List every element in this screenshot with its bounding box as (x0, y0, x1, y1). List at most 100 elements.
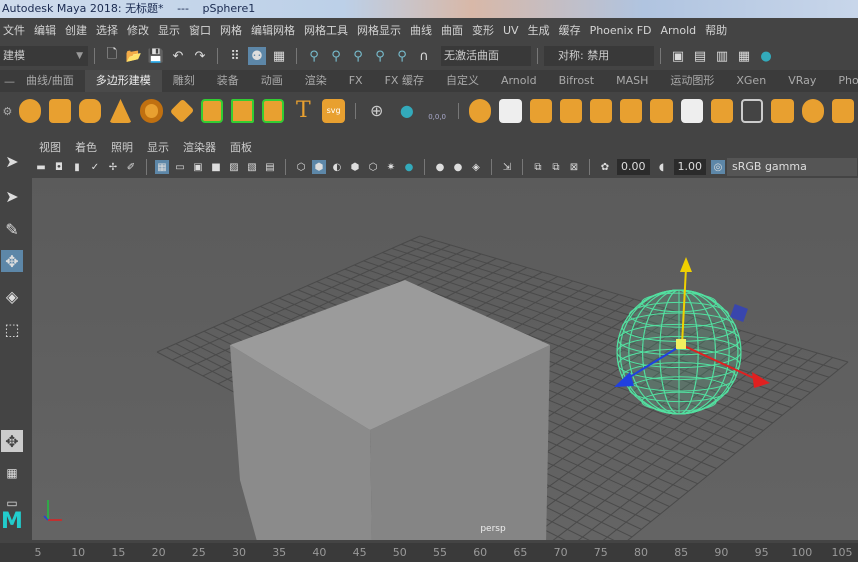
scene-canvas[interactable]: persp (32, 178, 858, 540)
bridge-edge-icon[interactable] (680, 99, 703, 123)
grid-toggle-icon[interactable]: ▦ (155, 160, 169, 174)
xray-joints-icon[interactable]: ⧉ (531, 160, 545, 174)
menu-item[interactable]: 编辑网格 (251, 22, 295, 38)
wireframe-icon[interactable]: ⬡ (294, 160, 308, 174)
uv-editor-icon[interactable] (831, 99, 855, 123)
anti-aliasing-icon[interactable]: ◈ (469, 160, 483, 174)
lasso-tool-icon[interactable]: ➤ (1, 185, 23, 207)
super-shape-icon[interactable] (261, 99, 285, 123)
exposure-field[interactable]: 0.00 (617, 159, 650, 175)
ambient-occlusion-icon[interactable]: ● (433, 160, 447, 174)
panel-menu-item[interactable]: 着色 (75, 139, 97, 155)
use-all-lights-icon[interactable]: ✷ (384, 160, 398, 174)
delete-history-icon[interactable]: ● (396, 99, 418, 123)
mode-dropdown[interactable]: 建模 ▼ (0, 46, 88, 66)
magnet-icon[interactable]: ∩ (415, 47, 433, 65)
select-component-icon[interactable]: ▦ (270, 47, 288, 65)
redo-icon[interactable]: ↷ (191, 47, 209, 65)
bookmark-icon[interactable]: ▮ (70, 160, 84, 174)
shelf-tab[interactable]: 多边形建模 (84, 70, 162, 92)
render-sequence-icon[interactable]: ▤ (691, 47, 709, 65)
smooth-icon[interactable] (529, 99, 552, 123)
menu-item[interactable]: 创建 (65, 22, 87, 38)
render-settings-icon[interactable]: ▦ (735, 47, 753, 65)
target-weld-icon[interactable] (771, 99, 794, 123)
shelf-tab[interactable]: 动画 (250, 70, 294, 92)
image-plane-icon[interactable]: ✓ (88, 160, 102, 174)
multi-cut-icon[interactable] (740, 99, 764, 123)
save-scene-icon[interactable]: 💾 (147, 47, 165, 65)
menu-item[interactable]: 变形 (472, 22, 494, 38)
shadows-icon[interactable]: ● (402, 160, 416, 174)
poly-cylinder-icon[interactable] (79, 99, 102, 123)
snap-grid-icon[interactable]: ⚲ (305, 47, 323, 65)
bevel-icon[interactable] (650, 99, 673, 123)
snap-view-icon[interactable]: ⚲ (371, 47, 389, 65)
fill-hole-icon[interactable] (710, 99, 733, 123)
live-surface-field[interactable]: 无激活曲面 (441, 46, 531, 66)
shelf-tab[interactable]: 曲线/曲面 (15, 70, 85, 92)
shelf-tab[interactable]: 渲染 (294, 70, 338, 92)
undo-icon[interactable]: ↶ (169, 47, 187, 65)
menu-item[interactable]: 文件 (3, 22, 25, 38)
menu-item[interactable]: 选择 (96, 22, 118, 38)
snap-point-icon[interactable]: ⚲ (349, 47, 367, 65)
poly-torus-icon[interactable] (139, 99, 163, 123)
boolean-icon[interactable] (559, 99, 582, 123)
menu-item[interactable]: 窗口 (189, 22, 211, 38)
four-view-layout-icon[interactable]: ▦ (1, 462, 23, 484)
shelf-tab[interactable]: FX (338, 70, 374, 92)
menu-item[interactable]: UV (503, 24, 519, 37)
render-frame-icon[interactable]: ▣ (669, 47, 687, 65)
shelf-tab[interactable]: 自定义 (435, 70, 490, 92)
color-management-icon[interactable]: ◎ (711, 160, 725, 174)
poly-plane-icon[interactable] (169, 98, 194, 124)
motion-blur-icon[interactable]: ● (451, 160, 465, 174)
select-camera-icon[interactable]: ▬ (34, 160, 48, 174)
panel-menu-item[interactable]: 照明 (111, 139, 133, 155)
pan-zoom-icon[interactable]: ✢ (106, 160, 120, 174)
paint-select-icon[interactable]: ✎ (1, 218, 23, 240)
bridge-icon[interactable] (620, 99, 643, 123)
shelf-options-icon[interactable]: ⚙ (0, 105, 15, 118)
shelf-tab[interactable]: MASH (605, 70, 659, 92)
single-perspective-layout-icon[interactable]: ✥ (1, 430, 23, 452)
resolution-gate-icon[interactable]: ▣ (191, 160, 205, 174)
freeze-transform-icon[interactable]: 0,0,0 (426, 99, 448, 123)
menu-item[interactable]: Arnold (661, 24, 697, 37)
cube[interactable] (230, 280, 550, 540)
smooth-shade-icon[interactable]: ⬢ (312, 160, 326, 174)
safe-title-icon[interactable]: ▤ (263, 160, 277, 174)
menu-item[interactable]: Phoenix FD (590, 24, 652, 37)
separate-icon[interactable] (499, 99, 522, 123)
open-scene-icon[interactable]: 📂 (125, 47, 143, 65)
menu-item[interactable]: 修改 (127, 22, 149, 38)
sphere-wireframe[interactable] (616, 289, 742, 415)
time-slider[interactable]: 5 10 15 20 25 30 35 40 45 50 55 60 65 70 75 80 85 90 95 100… (0, 543, 858, 562)
menu-item[interactable]: 编辑 (34, 22, 56, 38)
menu-item[interactable]: 网格工具 (304, 22, 348, 38)
menu-item[interactable]: 网格显示 (357, 22, 401, 38)
gamma-field[interactable]: 1.00 (673, 159, 706, 175)
wireframe-on-shaded-icon[interactable]: ⬢ (348, 160, 362, 174)
gate-mask-icon[interactable]: ■ (209, 160, 223, 174)
xray-active-icon[interactable]: ⧉ (549, 160, 563, 174)
snap-curve-icon[interactable]: ⚲ (327, 47, 345, 65)
select-object-icon[interactable]: ⚉ (248, 47, 266, 65)
new-scene-icon[interactable]: 🗋 (103, 47, 121, 65)
shelf-tab[interactable]: VRay (777, 70, 827, 92)
menu-item[interactable]: 网格 (220, 22, 242, 38)
poly-sphere-icon[interactable] (18, 99, 41, 123)
menu-item[interactable]: 生成 (528, 22, 550, 38)
shelf-tab[interactable]: FX 缓存 (374, 70, 435, 92)
select-hierarchy-icon[interactable]: ⠿ (226, 47, 244, 65)
shelf-tab[interactable]: XGen (725, 70, 777, 92)
ipr-render-icon[interactable]: ▥ (713, 47, 731, 65)
move-tool-icon[interactable]: ✥ (1, 250, 23, 272)
xray-icon[interactable]: ⬡ (366, 160, 380, 174)
snap-surface-icon[interactable]: ⚲ (393, 47, 411, 65)
shelf-tab[interactable]: Bifrost (548, 70, 606, 92)
extrude-icon[interactable] (589, 99, 613, 123)
platonic-solid-icon[interactable] (231, 99, 254, 123)
svg-icon[interactable]: svg (322, 99, 345, 123)
